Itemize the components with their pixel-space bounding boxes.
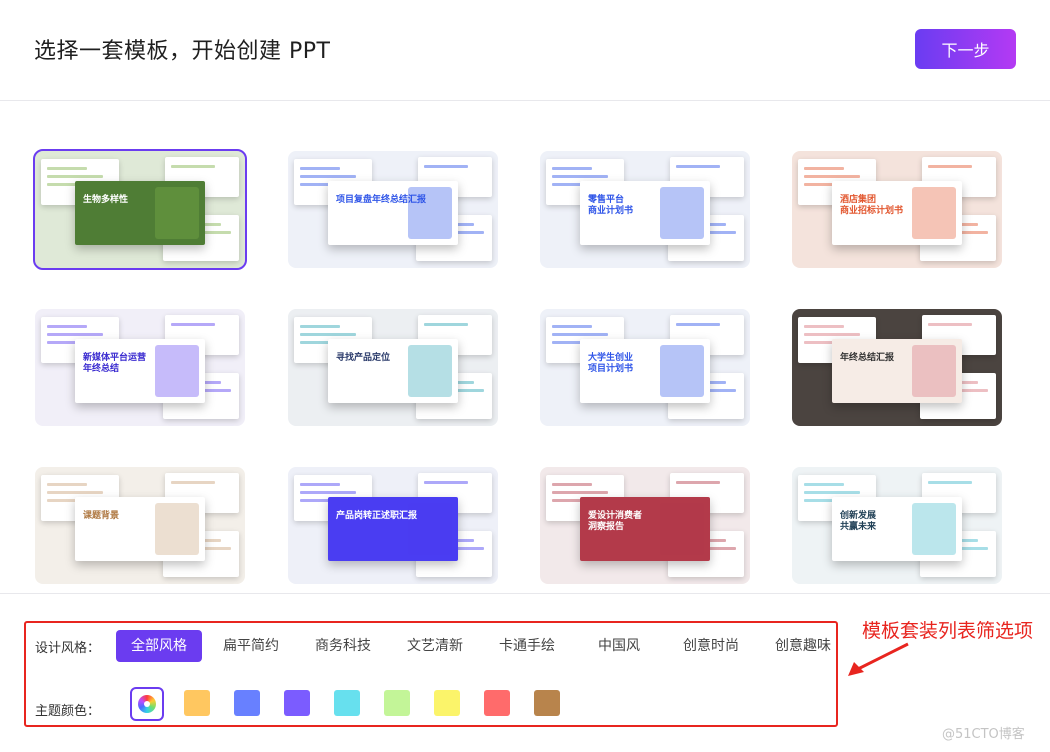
template-card[interactable]: 寻找产品定位 bbox=[288, 309, 498, 426]
slide-line bbox=[552, 167, 592, 170]
template-title: 大学生创业 项目计划书 bbox=[588, 353, 634, 374]
template-card[interactable]: 新媒体平台运营 年终总结 bbox=[35, 309, 245, 426]
template-card[interactable]: 产品岗转正述职汇报 bbox=[288, 467, 498, 584]
color-wheel-icon bbox=[138, 695, 156, 713]
header: 选择一套模板，开始创建 PPT 下一步 bbox=[0, 0, 1050, 101]
slide-line bbox=[47, 491, 103, 494]
accent-block bbox=[660, 345, 704, 397]
template-title: 课题背景 bbox=[83, 511, 120, 521]
color-swatch[interactable] bbox=[284, 690, 310, 716]
style-tab[interactable]: 中国风 bbox=[576, 630, 662, 662]
accent-block bbox=[660, 187, 704, 239]
style-tab[interactable]: 扁平简约 bbox=[208, 630, 294, 662]
accent-block bbox=[155, 187, 199, 239]
template-title: 年终总结汇报 bbox=[840, 353, 895, 363]
slide-line bbox=[47, 325, 87, 328]
slide-line bbox=[300, 483, 340, 486]
template-card[interactable]: 爱设计消费者 洞察报告 bbox=[540, 467, 750, 584]
color-swatch[interactable] bbox=[384, 690, 410, 716]
accent-block bbox=[408, 345, 452, 397]
slide-line bbox=[676, 165, 720, 168]
annotation-arrow-icon bbox=[848, 642, 909, 676]
slide-line bbox=[804, 175, 860, 178]
slide-line bbox=[804, 325, 844, 328]
slide-line bbox=[424, 323, 468, 326]
accent-block bbox=[660, 503, 704, 555]
slide-line bbox=[552, 483, 592, 486]
next-step-button[interactable]: 下一步 bbox=[915, 29, 1016, 69]
slide-line bbox=[804, 167, 844, 170]
template-card[interactable]: 课题背景 bbox=[35, 467, 245, 584]
slide-line bbox=[47, 167, 87, 170]
color-filter-label: 主题颜色： bbox=[35, 704, 101, 719]
slide-line bbox=[47, 333, 103, 336]
slide-line bbox=[47, 483, 87, 486]
color-swatch[interactable] bbox=[434, 690, 460, 716]
template-title: 酒店集团 商业招标计划书 bbox=[840, 195, 904, 216]
slide-line bbox=[552, 333, 608, 336]
style-filter-label: 设计风格： bbox=[35, 641, 101, 656]
color-swatch[interactable] bbox=[334, 690, 360, 716]
template-card[interactable]: 年终总结汇报 bbox=[792, 309, 1002, 426]
slide-line bbox=[171, 165, 215, 168]
template-card[interactable]: 创新发展 共赢未来 bbox=[792, 467, 1002, 584]
style-tab[interactable]: 创意趣味 bbox=[760, 630, 846, 662]
template-title: 产品岗转正述职汇报 bbox=[336, 511, 418, 521]
template-title: 零售平台 商业计划书 bbox=[588, 195, 634, 216]
color-swatch[interactable] bbox=[534, 690, 560, 716]
slide-line bbox=[300, 175, 356, 178]
slide-line bbox=[47, 175, 103, 178]
slide-line bbox=[300, 491, 356, 494]
accent-block bbox=[912, 345, 956, 397]
annotation-label: 模板套装列表筛选项 bbox=[862, 620, 1034, 642]
color-all-swatch[interactable] bbox=[130, 687, 164, 721]
slide-line bbox=[804, 483, 844, 486]
template-title: 爱设计消费者 洞察报告 bbox=[588, 511, 643, 532]
color-swatch[interactable] bbox=[484, 690, 510, 716]
slide-line bbox=[928, 165, 972, 168]
accent-block bbox=[912, 503, 956, 555]
style-tab[interactable]: 文艺清新 bbox=[392, 630, 478, 662]
slide-line bbox=[300, 325, 340, 328]
slide-line bbox=[300, 167, 340, 170]
template-card[interactable]: 酒店集团 商业招标计划书 bbox=[792, 151, 1002, 268]
slide-line bbox=[424, 165, 468, 168]
template-card[interactable]: 生物多样性 bbox=[33, 149, 247, 270]
slide-line bbox=[171, 481, 215, 484]
style-tab[interactable]: 卡通手绘 bbox=[484, 630, 570, 662]
template-title: 创新发展 共赢未来 bbox=[840, 511, 877, 532]
color-swatch[interactable] bbox=[184, 690, 210, 716]
style-tab[interactable]: 创意时尚 bbox=[668, 630, 754, 662]
style-tab[interactable]: 全部风格 bbox=[116, 630, 202, 662]
page-title: 选择一套模板，开始创建 PPT bbox=[34, 39, 331, 64]
slide-line bbox=[552, 491, 608, 494]
slide-line bbox=[552, 175, 608, 178]
style-tab[interactable]: 商务科技 bbox=[300, 630, 386, 662]
accent-block bbox=[155, 345, 199, 397]
slide-line bbox=[676, 481, 720, 484]
color-swatch[interactable] bbox=[234, 690, 260, 716]
template-title: 项目复盘年终总结汇报 bbox=[336, 195, 427, 205]
template-title: 寻找产品定位 bbox=[336, 353, 391, 363]
slide-line bbox=[928, 323, 972, 326]
template-card[interactable]: 大学生创业 项目计划书 bbox=[540, 309, 750, 426]
template-title: 生物多样性 bbox=[83, 195, 129, 205]
template-card[interactable]: 项目复盘年终总结汇报 bbox=[288, 151, 498, 268]
slide-line bbox=[424, 481, 468, 484]
slide-line bbox=[300, 333, 356, 336]
slide-line bbox=[552, 325, 592, 328]
accent-block bbox=[155, 503, 199, 555]
slide-line bbox=[928, 481, 972, 484]
slide-line bbox=[676, 323, 720, 326]
slide-line bbox=[804, 333, 860, 336]
accent-block bbox=[912, 187, 956, 239]
template-card[interactable]: 零售平台 商业计划书 bbox=[540, 151, 750, 268]
slide-line bbox=[171, 323, 215, 326]
divider bbox=[0, 593, 1050, 594]
slide-line bbox=[804, 491, 860, 494]
template-title: 新媒体平台运营 年终总结 bbox=[83, 353, 147, 374]
watermark: @51CTO博客 bbox=[942, 727, 1025, 742]
